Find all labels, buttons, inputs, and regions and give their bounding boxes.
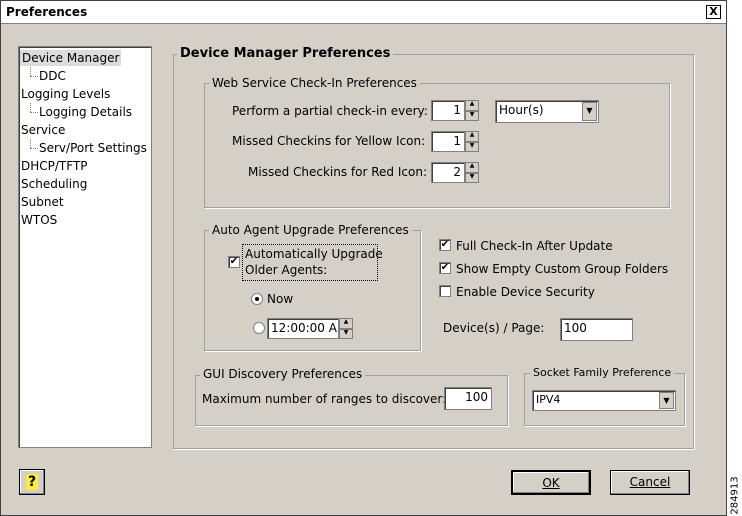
title-bar: Preferences X	[1, 1, 726, 24]
spin-up-icon[interactable]: ▲	[465, 131, 479, 142]
spin-down-icon[interactable]: ▼	[465, 141, 479, 152]
tree-item-wtos[interactable]: WTOS	[21, 212, 57, 228]
upgrade-time-field[interactable]: 12:00:00 AM	[267, 318, 339, 339]
tree-connector	[30, 139, 31, 148]
enable-security-checkbox[interactable]	[439, 285, 451, 297]
red-icon-field[interactable]: 2	[431, 162, 465, 183]
spin-down-icon[interactable]: ▼	[339, 328, 353, 339]
figure-number: 284913	[728, 476, 741, 515]
auto-upgrade-label-line2: Older Agents:	[245, 263, 328, 277]
ok-button-label: OK	[542, 476, 560, 490]
spin-down-icon[interactable]: ▼	[465, 172, 479, 183]
socket-family-select[interactable]: IPV4 ▼	[532, 390, 676, 411]
chevron-down-icon[interactable]: ▼	[582, 102, 597, 121]
tree-item-device-manager[interactable]: Device Manager	[20, 50, 122, 66]
spin-up-icon[interactable]: ▲	[465, 162, 479, 173]
preferences-tree[interactable]: Device Manager DDC Logging Levels Loggin…	[18, 46, 152, 448]
tree-connector	[30, 103, 31, 112]
ok-button[interactable]: OK	[511, 470, 591, 495]
spin-up-icon[interactable]: ▲	[339, 318, 353, 329]
tree-item-service[interactable]: Service	[21, 122, 65, 138]
upgrade-now-radio[interactable]	[251, 293, 263, 305]
help-icon: ?	[25, 474, 39, 490]
socket-family-value: IPV4	[536, 393, 561, 406]
auto-upgrade-label-box[interactable]: Automatically Upgrade Older Agents:	[242, 244, 383, 281]
auto-upgrade-label-line1: Automatically Upgrade	[245, 247, 383, 261]
max-ranges-field[interactable]: 100	[444, 387, 492, 410]
tree-connector	[30, 76, 38, 77]
tree-item-serv-port-settings[interactable]: Serv/Port Settings	[39, 140, 147, 156]
partial-checkin-spinner[interactable]: ▲ ▼	[465, 100, 479, 121]
spin-down-icon[interactable]: ▼	[465, 110, 479, 121]
checkin-unit-select[interactable]: Hour(s) ▼	[495, 100, 599, 123]
red-icon-spinner[interactable]: ▲ ▼	[465, 162, 479, 183]
web-service-title: Web Service Check-In Preferences	[209, 76, 420, 90]
max-ranges-label: Maximum number of ranges to discover:	[202, 392, 447, 406]
upgrade-time-radio[interactable]	[253, 322, 265, 334]
help-button[interactable]: ?	[19, 469, 45, 495]
full-checkin-label: Full Check-In After Update	[456, 239, 613, 253]
check-icon: ✔	[440, 262, 450, 273]
check-icon: ✔	[440, 239, 450, 250]
tree-item-logging-details[interactable]: Logging Details	[39, 104, 132, 120]
tree-item-logging-levels[interactable]: Logging Levels	[21, 86, 110, 102]
figure-number-text: 284913	[729, 476, 741, 515]
yellow-icon-field[interactable]: 1	[431, 131, 465, 152]
checkin-unit-value: Hour(s)	[499, 103, 544, 117]
show-empty-folders-checkbox[interactable]: ✔	[439, 262, 451, 274]
devices-per-page-label: Device(s) / Page:	[443, 321, 545, 335]
tree-connector	[30, 112, 38, 113]
show-empty-folders-label: Show Empty Custom Group Folders	[456, 262, 669, 276]
spin-up-icon[interactable]: ▲	[465, 100, 479, 111]
main-title: Device Manager Preferences	[177, 46, 394, 61]
auto-upgrade-checkbox[interactable]: ✔	[228, 256, 240, 268]
tree-item-dhcp-tftp[interactable]: DHCP/TFTP	[21, 158, 88, 174]
upgrade-time-spinner[interactable]: ▲ ▼	[339, 318, 353, 339]
partial-checkin-field[interactable]: 1	[431, 100, 465, 121]
tree-connector	[30, 148, 38, 149]
cancel-button[interactable]: Cancel	[610, 470, 690, 495]
socket-family-title: Socket Family Preference	[530, 366, 675, 379]
red-icon-label: Missed Checkins for Red Icon:	[248, 165, 427, 179]
check-icon: ✔	[229, 256, 239, 267]
upgrade-now-label: Now	[267, 292, 294, 306]
full-checkin-checkbox[interactable]: ✔	[439, 239, 451, 251]
gui-discovery-title: GUI Discovery Preferences	[200, 367, 366, 381]
chevron-down-icon[interactable]: ▼	[659, 392, 674, 409]
yellow-icon-spinner[interactable]: ▲ ▼	[465, 131, 479, 152]
auto-upgrade-title: Auto Agent Upgrade Preferences	[209, 223, 412, 237]
preferences-dialog: Preferences X Device Manager DDC Logging…	[0, 0, 727, 516]
partial-checkin-label: Perform a partial check-in every:	[232, 104, 428, 118]
window-title: Preferences	[6, 5, 88, 19]
tree-item-subnet[interactable]: Subnet	[21, 194, 64, 210]
tree-item-scheduling[interactable]: Scheduling	[21, 176, 87, 192]
close-button[interactable]: X	[706, 5, 721, 19]
devices-per-page-field[interactable]: 100	[560, 318, 633, 341]
cancel-button-label: Cancel	[629, 475, 671, 489]
tree-connector	[30, 67, 31, 76]
tree-item-ddc[interactable]: DDC	[39, 68, 66, 84]
yellow-icon-label: Missed Checkins for Yellow Icon:	[232, 134, 426, 148]
enable-security-label: Enable Device Security	[456, 285, 595, 299]
